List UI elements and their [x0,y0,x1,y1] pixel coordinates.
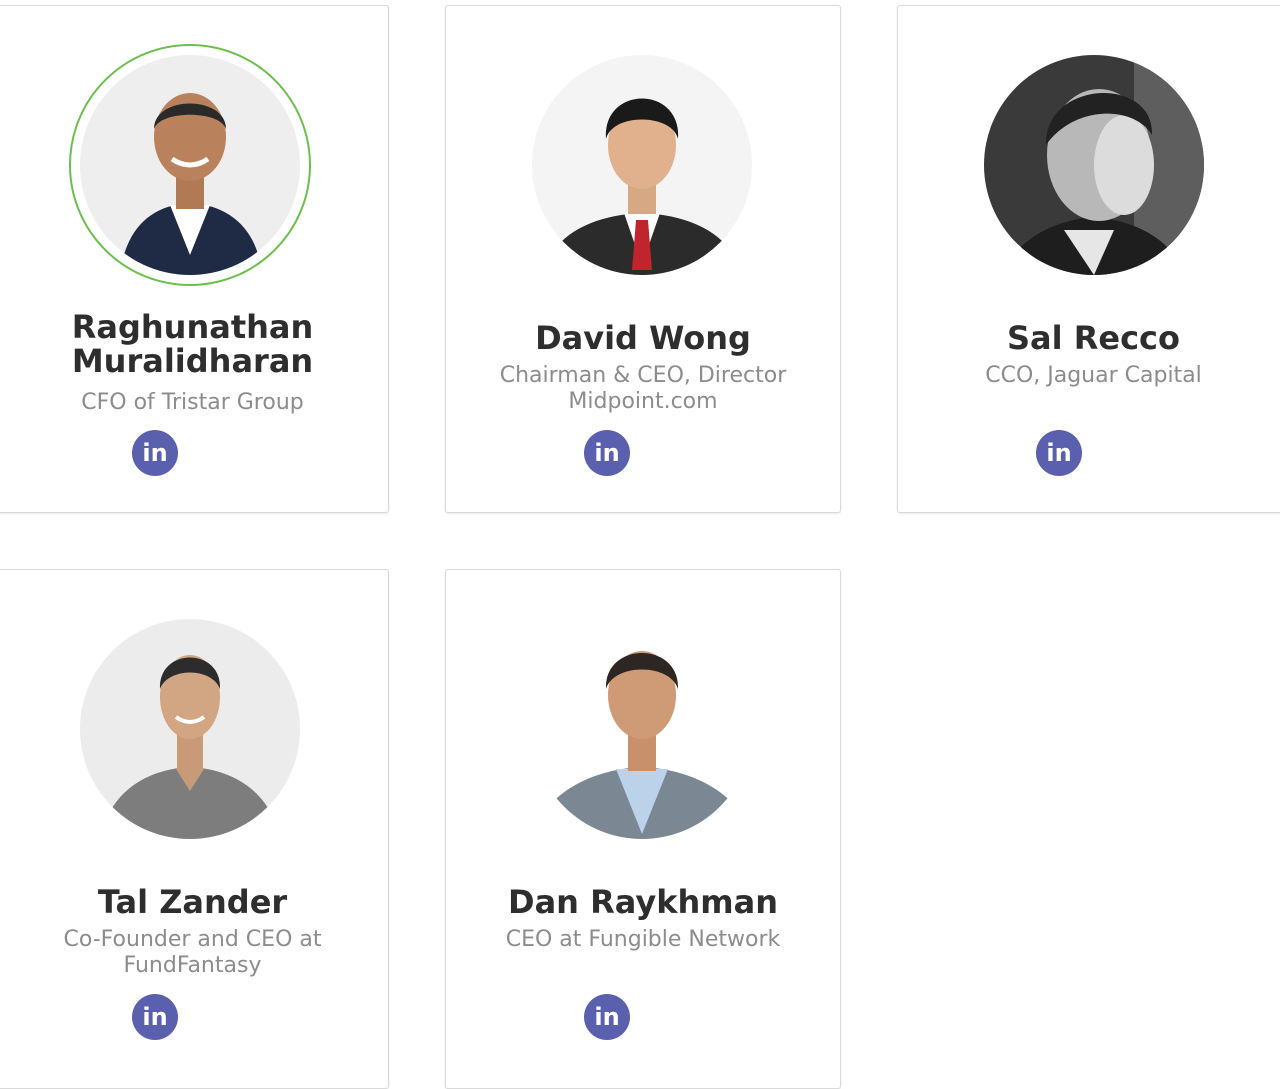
member-name: Tal Zander [0,885,388,919]
member-role-line: Co-Founder and CEO at [63,927,322,952]
linkedin-icon: in [594,1003,620,1031]
avatar [80,619,300,839]
member-name-line: Dan Raykhman [508,883,778,921]
member-name-line: Sal Recco [1006,319,1180,357]
member-name-line: Muralidharan [71,342,314,380]
member-role: CEO at Fungible Network [446,927,840,953]
member-role-line: CFO of Tristar Group [81,390,304,415]
member-name-line: David Wong [535,319,751,357]
member-role-line: Midpoint.com [568,389,718,414]
linkedin-button[interactable]: in [1036,430,1082,476]
member-role: Co-Founder and CEO at FundFantasy [0,927,388,979]
member-role: Chairman & CEO, Director Midpoint.com [446,363,840,415]
member-name: Dan Raykhman [446,885,840,919]
linkedin-icon: in [142,439,168,467]
avatar [532,619,752,839]
member-role-line: Chairman & CEO, Director [499,363,787,388]
avatar [984,55,1204,275]
member-role-line: CEO at Fungible Network [505,927,781,952]
team-card: Dan Raykhman CEO at Fungible Network in [445,569,841,1089]
team-card: Raghunathan Muralidharan CFO of Tristar … [0,5,389,513]
team-card: David Wong Chairman & CEO, Director Midp… [445,5,841,513]
avatar [532,55,752,275]
linkedin-button[interactable]: in [132,994,178,1040]
member-role-line: CCO, Jaguar Capital [985,363,1202,388]
team-card: Sal Recco CCO, Jaguar Capital in [897,5,1280,513]
linkedin-button[interactable]: in [132,430,178,476]
member-role: CFO of Tristar Group [0,390,388,416]
member-name-line: Raghunathan [71,308,314,346]
linkedin-button[interactable]: in [584,430,630,476]
member-name: Raghunathan Muralidharan [0,310,388,378]
team-card: Tal Zander Co-Founder and CEO at FundFan… [0,569,389,1089]
linkedin-icon: in [594,439,620,467]
member-name: Sal Recco [898,321,1280,355]
member-name-line: Tal Zander [97,883,288,921]
member-role: CCO, Jaguar Capital [898,363,1280,389]
member-name: David Wong [446,321,840,355]
avatar [80,55,300,275]
linkedin-icon: in [142,1003,168,1031]
linkedin-button[interactable]: in [584,994,630,1040]
linkedin-icon: in [1046,439,1072,467]
member-role-line: FundFantasy [123,953,262,978]
